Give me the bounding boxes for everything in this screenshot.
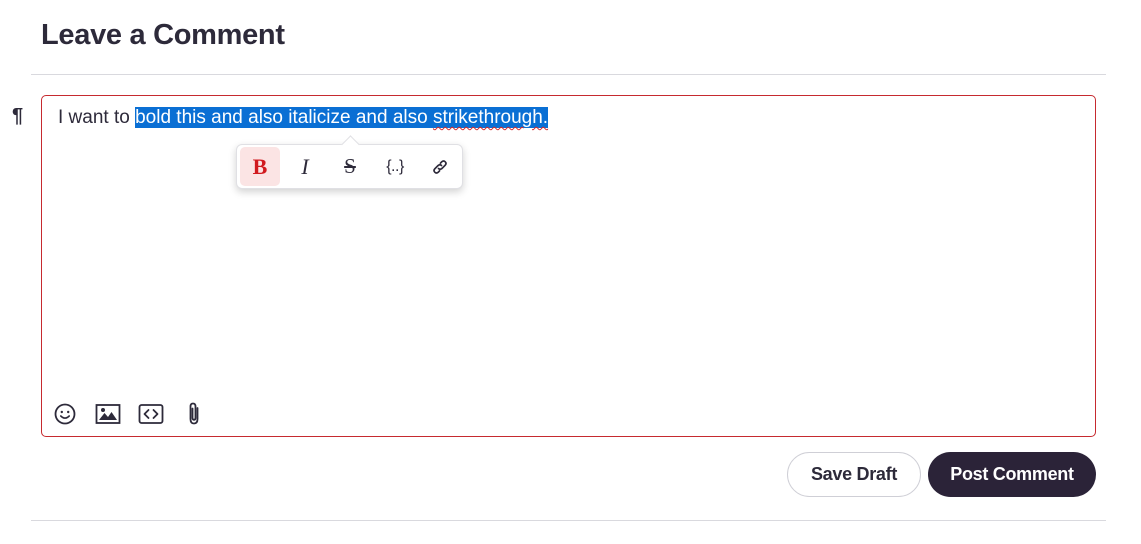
strikethrough-button[interactable]: S [330,147,370,186]
paragraph-mark-icon[interactable]: ¶ [12,105,23,128]
bold-button[interactable]: B [240,147,280,186]
editor-bottom-toolbar [52,401,207,427]
selected-text-part: bold this and also italicize and also [135,107,433,128]
editor-text-plain: I want to [58,107,136,128]
page-title: Leave a Comment [41,19,285,51]
link-button[interactable] [420,147,460,186]
editor-content[interactable]: I want to bold this and also italicize a… [58,106,549,130]
image-icon[interactable] [95,401,121,427]
code-embed-icon[interactable] [138,401,164,427]
misspelled-word: strikethrough. [432,107,549,128]
divider-top [31,74,1106,75]
post-comment-button[interactable]: Post Comment [928,452,1096,497]
emoji-icon[interactable] [52,401,78,427]
save-draft-button[interactable]: Save Draft [787,452,921,497]
link-icon [433,159,447,174]
paperclip-icon[interactable] [181,401,207,427]
selected-text: bold this and also italicize and also st… [135,107,549,128]
italic-button[interactable]: I [285,147,325,186]
inline-code-button[interactable]: {..} [375,147,415,186]
divider-bottom [31,520,1106,521]
comment-editor[interactable]: I want to bold this and also italicize a… [41,95,1096,437]
format-toolbar: B I S {..} [236,144,463,189]
